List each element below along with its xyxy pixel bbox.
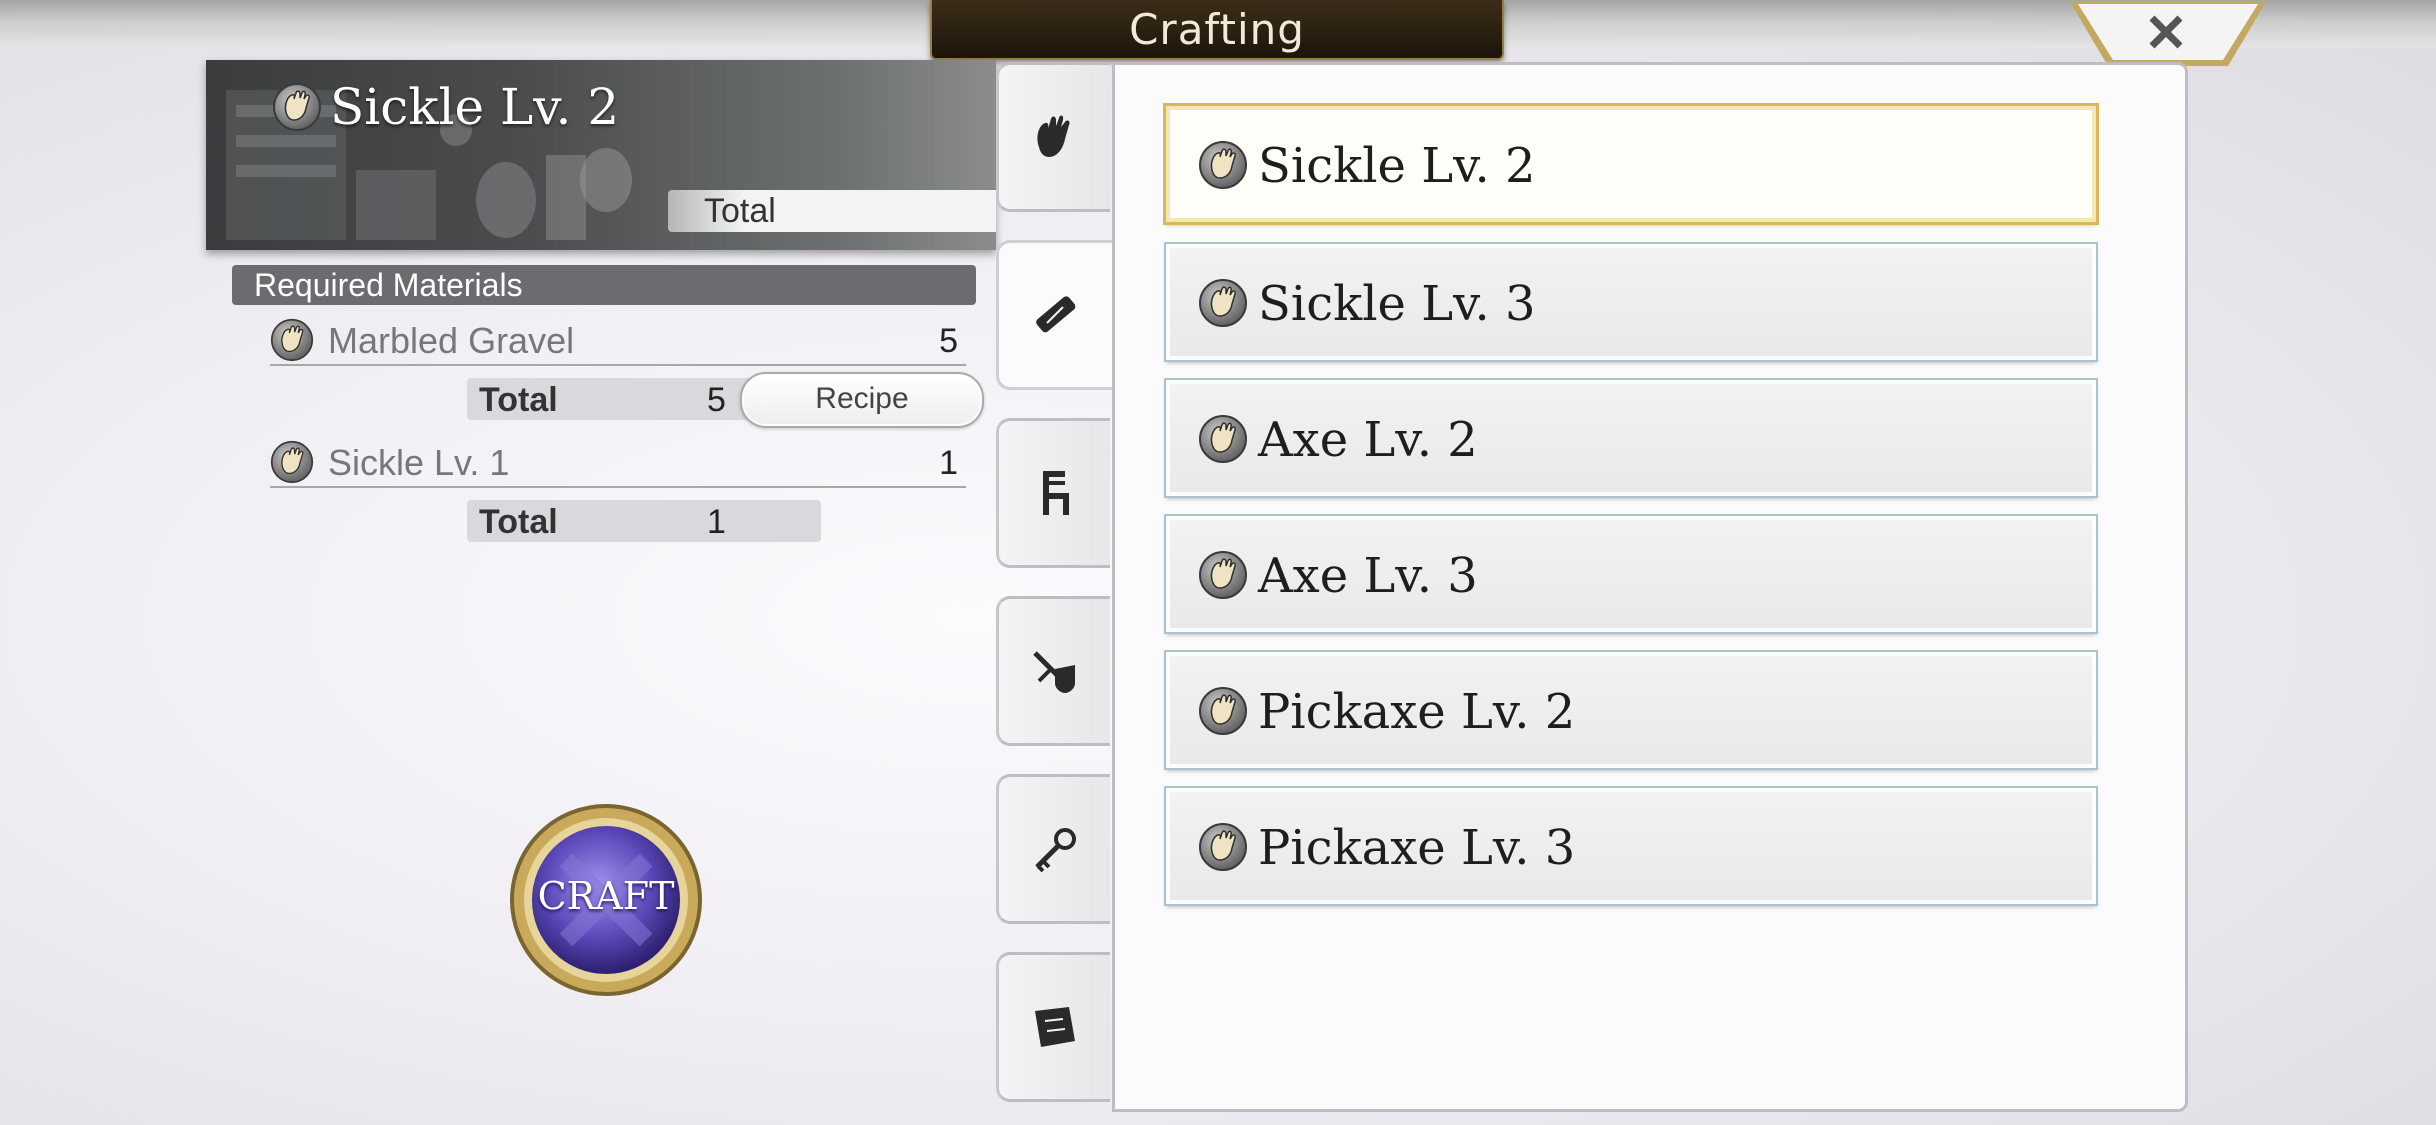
recipe-label: Axe Lv. 2 <box>1258 412 1478 468</box>
chair-icon <box>1043 471 1069 515</box>
item-preview-panel: Sickle Lv. 2 Total 0 <box>206 60 996 250</box>
sickle-item-icon <box>272 82 322 132</box>
material-total-label: Total <box>479 503 558 541</box>
material-icon <box>270 440 314 484</box>
recipe-list-item[interactable]: Sickle Lv. 2 <box>1163 103 2099 225</box>
recipe-label: Axe Lv. 3 <box>1258 548 1478 604</box>
recipe-list-item[interactable]: Sickle Lv. 3 <box>1164 242 2098 362</box>
preview-item-name: Sickle Lv. 2 <box>330 78 620 136</box>
tab-key-items[interactable] <box>996 774 1110 924</box>
recipe-list-item[interactable]: Pickaxe Lv. 2 <box>1164 650 2098 770</box>
recipe-button[interactable]: Recipe <box>740 372 984 428</box>
window-title: Crafting <box>1129 4 1305 54</box>
recipe-list-item[interactable]: Axe Lv. 3 <box>1164 514 2098 634</box>
material-qty: 1 <box>939 444 958 482</box>
material-total-value: 5 <box>707 381 726 419</box>
category-tabs <box>996 62 1114 1112</box>
glove-coin-icon <box>1198 822 1248 872</box>
material-total-bar: Total 1 <box>467 500 821 542</box>
recipe-label: Pickaxe Lv. 3 <box>1258 820 1576 876</box>
craft-label: CRAFT <box>537 874 675 918</box>
craft-button[interactable]: CRAFT <box>506 800 706 1000</box>
material-name: Marbled Gravel <box>328 320 575 361</box>
material-name: Sickle Lv. 1 <box>328 442 510 483</box>
tab-furniture[interactable] <box>996 418 1110 568</box>
tab-whetstone[interactable] <box>996 240 1114 390</box>
required-materials-header: Required Materials <box>232 265 976 305</box>
preview-total-bar: Total 0 <box>668 190 996 232</box>
glove-coin-icon <box>1198 278 1248 328</box>
tab-equipment[interactable] <box>996 596 1110 746</box>
material-qty: 5 <box>939 322 958 360</box>
material-row: Sickle Lv. 1 1 <box>270 438 966 488</box>
recipe-label: Pickaxe Lv. 2 <box>1258 684 1576 740</box>
material-icon <box>270 318 314 362</box>
recipe-label: Sickle Lv. 3 <box>1258 276 1536 332</box>
recipe-list-item[interactable]: Axe Lv. 2 <box>1164 378 2098 498</box>
preview-total-label: Total <box>704 191 776 230</box>
glove-coin-icon <box>1198 686 1248 736</box>
glove-coin-icon <box>1198 550 1248 600</box>
glove-coin-icon <box>1198 414 1248 464</box>
whetstone-icon <box>1036 296 1076 333</box>
material-total-label: Total <box>479 381 558 419</box>
key-icon <box>1035 828 1076 873</box>
close-button[interactable] <box>2068 0 2268 70</box>
map-icon <box>1035 1007 1075 1047</box>
tab-gloves[interactable] <box>996 62 1110 212</box>
window-title-plate: Crafting <box>930 0 1504 60</box>
glove-icon <box>1037 115 1070 157</box>
tab-maps[interactable] <box>996 952 1110 1102</box>
glove-coin-icon <box>1198 140 1248 190</box>
material-total-value: 1 <box>707 503 726 541</box>
weapon-icon <box>1033 651 1075 693</box>
recipe-label: Sickle Lv. 2 <box>1258 138 1536 194</box>
material-row: Marbled Gravel 5 <box>270 316 966 366</box>
close-icon <box>2070 2 2266 66</box>
recipe-list-item[interactable]: Pickaxe Lv. 3 <box>1164 786 2098 906</box>
